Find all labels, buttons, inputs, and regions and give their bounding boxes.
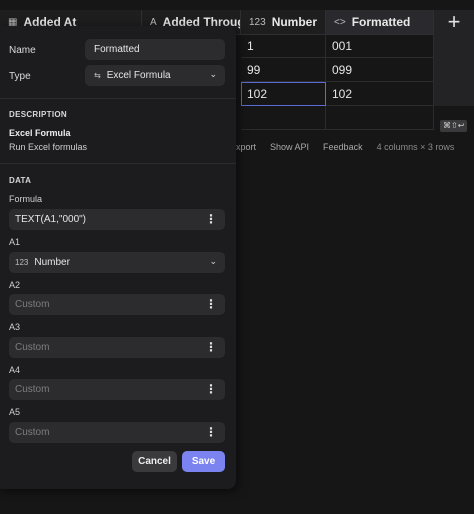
show-api-link[interactable]: Show API [270,142,309,152]
more-options-icon[interactable]: ⋮ [205,213,217,225]
type-select[interactable]: ⇆ Excel Formula ⌄ [85,65,225,86]
add-column-button[interactable]: + [434,10,474,106]
chevron-down-icon: ⌄ [209,256,217,266]
plus-icon: + [447,9,461,34]
formula-input[interactable]: TEXT(A1,"000") ⋮ [9,209,225,230]
more-options-icon[interactable]: ⋮ [205,383,217,395]
divider [0,98,236,99]
grid-summary: 4 columns × 3 rows [376,142,455,152]
a3-input[interactable]: Custom ⋮ [9,337,225,358]
name-input[interactable]: Formatted [85,39,225,60]
cancel-button[interactable]: Cancel [132,451,177,472]
grid-footer: Export Show API Feedback 4 columns × 3 r… [230,142,454,152]
column-header-label: Number [271,15,318,29]
a1-label: A1 [9,237,21,247]
number-icon: 123 [15,258,29,267]
a4-input[interactable]: Custom ⋮ [9,379,225,400]
column-settings-panel: Name Formatted Type ⇆ Excel Formula ⌄ DE… [0,26,236,489]
chevron-down-icon: ⌄ [209,69,217,79]
divider [0,163,236,164]
type-select-value: Excel Formula [106,70,171,81]
a2-placeholder: Custom [15,299,50,310]
a2-input[interactable]: Custom ⋮ [9,294,225,315]
a2-label: A2 [9,280,21,290]
a4-placeholder: Custom [15,384,50,395]
type-label: Type [9,71,31,82]
column-header-number[interactable]: 123 Number [241,10,326,34]
feedback-link[interactable]: Feedback [323,142,363,152]
shortcut-hint: ⌘⇧↩ [440,120,468,132]
description-heading: DESCRIPTION [9,110,67,119]
table-cell-number-selected[interactable]: 102 [241,82,326,106]
column-header-label: Formatted [351,15,411,29]
more-options-icon[interactable]: ⋮ [205,426,217,438]
more-options-icon[interactable]: ⋮ [205,341,217,353]
table-cell-number[interactable]: 99 [241,58,326,82]
a1-select-value: Number [34,257,70,268]
a3-placeholder: Custom [15,342,50,353]
description-text: Run Excel formulas [9,142,88,152]
a5-label: A5 [9,407,21,417]
data-heading: DATA [9,176,32,185]
formula-value: TEXT(A1,"000") [15,214,87,225]
a4-label: A4 [9,365,21,375]
a5-input[interactable]: Custom ⋮ [9,422,225,443]
table-cell-number[interactable]: 1 [241,34,326,58]
table-cell-formatted[interactable]: 001 [326,34,434,58]
code-icon: <> [334,16,346,28]
a5-placeholder: Custom [15,427,50,438]
table-cell-formatted[interactable]: 102 [326,82,434,106]
a1-select[interactable]: 123 Number ⌄ [9,252,225,273]
table-cell-formatted[interactable]: 099 [326,58,434,82]
save-button[interactable]: Save [182,451,225,472]
column-header-formatted[interactable]: <> Formatted [326,10,434,34]
formula-icon: ⇆ [94,71,101,80]
more-options-icon[interactable]: ⋮ [205,298,217,310]
table-cell-empty[interactable] [326,106,434,130]
a3-label: A3 [9,322,21,332]
table-cell-empty[interactable] [241,106,326,130]
name-label: Name [9,45,36,56]
description-title: Excel Formula [9,128,71,138]
number-icon: 123 [249,16,266,28]
formula-label: Formula [9,194,43,204]
